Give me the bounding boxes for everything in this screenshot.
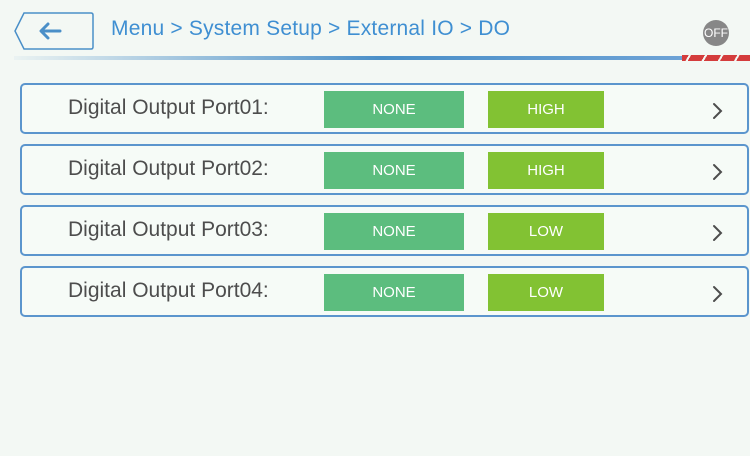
chevron-right-icon[interactable]: [712, 102, 724, 120]
level-button[interactable]: HIGH: [488, 152, 604, 189]
breadcrumb: Menu > System Setup > External IO > DO: [111, 17, 511, 40]
level-button[interactable]: HIGH: [488, 91, 604, 128]
list-item[interactable]: Digital Output Port01: NONE HIGH: [20, 83, 749, 134]
port-label: Digital Output Port03:: [68, 218, 269, 241]
chevron-right-icon[interactable]: [712, 224, 724, 242]
chevron-right-icon[interactable]: [712, 163, 724, 181]
header-divider-accent: [682, 55, 750, 61]
source-button[interactable]: NONE: [324, 152, 464, 189]
level-button[interactable]: LOW: [488, 213, 604, 250]
list-item[interactable]: Digital Output Port04: NONE LOW: [20, 266, 749, 317]
header: Menu > System Setup > External IO > DO O…: [0, 0, 750, 62]
left-arrow-icon[interactable]: [38, 22, 62, 40]
list-item[interactable]: Digital Output Port03: NONE LOW: [20, 205, 749, 256]
port-label: Digital Output Port04:: [68, 279, 269, 302]
port-label: Digital Output Port02:: [68, 157, 269, 180]
source-button[interactable]: NONE: [324, 274, 464, 311]
level-button[interactable]: LOW: [488, 274, 604, 311]
status-badge[interactable]: OFF: [703, 20, 729, 46]
header-divider: [14, 56, 682, 60]
source-button[interactable]: NONE: [324, 213, 464, 250]
port-label: Digital Output Port01:: [68, 96, 269, 119]
chevron-right-icon[interactable]: [712, 285, 724, 303]
source-button[interactable]: NONE: [324, 91, 464, 128]
list-item[interactable]: Digital Output Port02: NONE HIGH: [20, 144, 749, 195]
